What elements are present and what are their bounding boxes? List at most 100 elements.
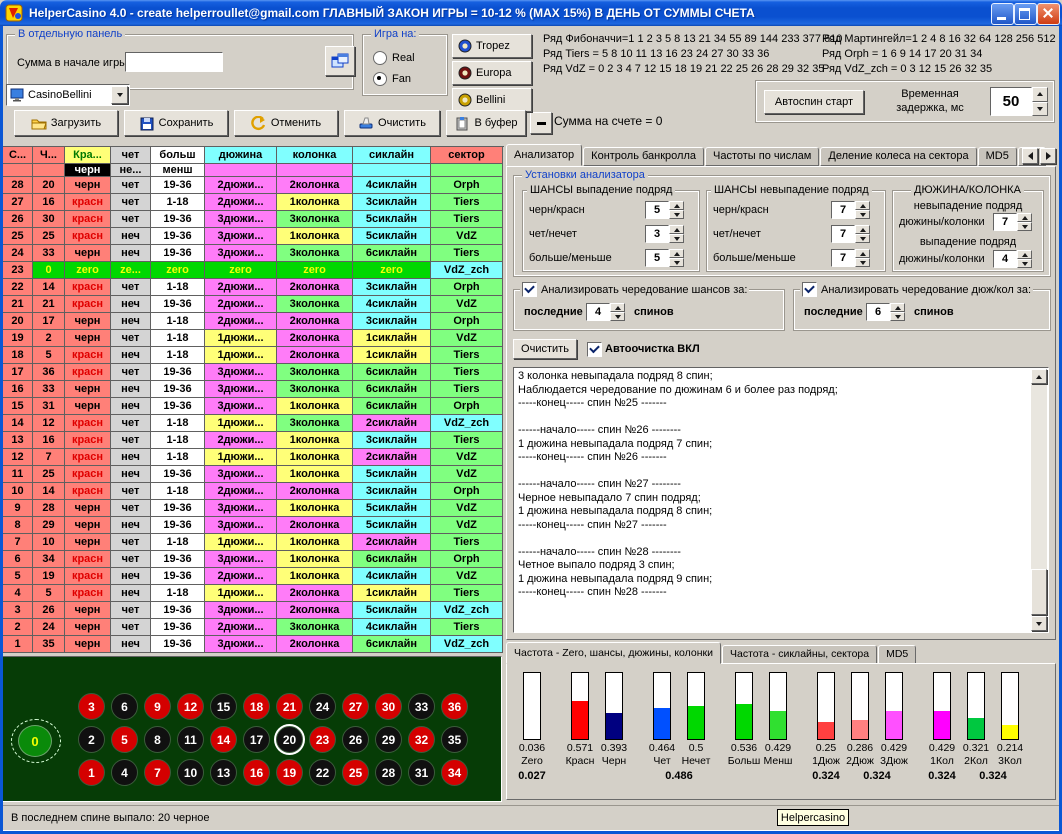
- board-number-18[interactable]: 18: [243, 693, 270, 720]
- game-option-real[interactable]: Real: [373, 51, 415, 65]
- close-button[interactable]: [1037, 3, 1060, 25]
- table-row[interactable]: 326чернчет19-363дюжи...2колонка5сиклайнV…: [3, 602, 504, 619]
- board-number-20[interactable]: 20: [276, 726, 303, 753]
- tab-частоты-по-числам[interactable]: Частоты по числам: [705, 147, 819, 166]
- board-number-0[interactable]: 0: [18, 725, 52, 757]
- table-row[interactable]: 2121красннеч19-362дюжи...3колонка4сиклай…: [3, 296, 504, 313]
- table-row[interactable]: 2716краснчет1-182дюжи...1колонка3сиклайн…: [3, 194, 504, 211]
- clear-log-button[interactable]: Очистить: [513, 339, 577, 359]
- table-row[interactable]: 224чернчет19-362дюжи...3колонка4сиклайнT…: [3, 619, 504, 636]
- board-number-3[interactable]: 3: [78, 693, 105, 720]
- board-number-23[interactable]: 23: [309, 726, 336, 753]
- board-number-16[interactable]: 16: [243, 759, 270, 786]
- board-number-33[interactable]: 33: [408, 693, 435, 720]
- board-number-19[interactable]: 19: [276, 759, 303, 786]
- scroll-thumb[interactable]: [1031, 569, 1047, 615]
- column-header[interactable]: сектор: [431, 147, 503, 164]
- freq-tab[interactable]: Частота - Zero, шансы, дюжины, колонки: [506, 642, 721, 664]
- table-row[interactable]: 127красннеч1-181дюжи...1колонка2сиклайнV…: [3, 449, 504, 466]
- collapse-button[interactable]: [530, 112, 552, 134]
- board-number-8[interactable]: 8: [144, 726, 171, 753]
- casino-button-bellini[interactable]: Bellini: [452, 88, 532, 112]
- dozen-miss-spinner[interactable]: 7: [993, 213, 1032, 231]
- table-row[interactable]: 1014краснчет1-182дюжи...2колонка3сиклайн…: [3, 483, 504, 500]
- delay-spinner[interactable]: 50: [990, 87, 1048, 116]
- detach-panel-button[interactable]: [325, 46, 355, 76]
- board-number-35[interactable]: 35: [441, 726, 468, 753]
- tab-анализатор[interactable]: Анализатор: [506, 144, 582, 166]
- column-header[interactable]: больш: [151, 147, 205, 164]
- board-number-28[interactable]: 28: [375, 759, 402, 786]
- table-row[interactable]: 2630краснчет19-363дюжи...3колонка5сиклай…: [3, 211, 504, 228]
- casino-select-arrow[interactable]: [111, 86, 128, 104]
- table-row[interactable]: 1316краснчет1-182дюжи...1колонка3сиклайн…: [3, 432, 504, 449]
- even-odd-miss-spinner[interactable]: 7: [831, 225, 870, 243]
- board-number-6[interactable]: 6: [111, 693, 138, 720]
- alt-chances-spinner[interactable]: 4: [586, 303, 625, 321]
- title-bar[interactable]: HelperCasino 4.0 - create helperroullet@…: [0, 0, 1062, 26]
- table-row[interactable]: 1412краснчет1-181дюжи...3колонка2сиклайн…: [3, 415, 504, 432]
- scroll-down-button[interactable]: [1031, 616, 1047, 631]
- board-number-15[interactable]: 15: [210, 693, 237, 720]
- column-header[interactable]: колонка: [277, 147, 353, 164]
- board-number-11[interactable]: 11: [177, 726, 204, 753]
- board-number-17[interactable]: 17: [243, 726, 270, 753]
- table-row[interactable]: 2017черннеч1-182дюжи...2колонка3сиклайнO…: [3, 313, 504, 330]
- freq-tab[interactable]: Частота - сиклайны, сектора: [722, 645, 877, 664]
- radio-fan[interactable]: [373, 72, 387, 86]
- table-row[interactable]: 192чернчет1-181дюжи...2колонка1сиклайнVd…: [3, 330, 504, 347]
- table-row[interactable]: 634краснчет19-363дюжи...1колонка6сиклайн…: [3, 551, 504, 568]
- alt-chances-checkbox[interactable]: [522, 282, 537, 297]
- table-row[interactable]: 928чернчет19-363дюжи...1колонка5сиклайнV…: [3, 500, 504, 517]
- analyzer-log[interactable]: 3 колонка невыпадала подряд 8 спин; Набл…: [513, 367, 1049, 633]
- save-button[interactable]: Сохранить: [124, 110, 228, 136]
- log-scrollbar[interactable]: [1031, 369, 1047, 631]
- column-header[interactable]: Кра...: [65, 147, 111, 164]
- board-number-22[interactable]: 22: [309, 759, 336, 786]
- table-row[interactable]: 45красннеч1-181дюжи...2колонка1сиклайнTi…: [3, 585, 504, 602]
- board-number-13[interactable]: 13: [210, 759, 237, 786]
- table-row[interactable]: 230zeroze...zerozerozerozeroVdZ_zch: [3, 262, 504, 279]
- board-number-10[interactable]: 10: [177, 759, 204, 786]
- board-number-27[interactable]: 27: [342, 693, 369, 720]
- table-row[interactable]: 1633черннеч19-363дюжи...3колонка6сиклайн…: [3, 381, 504, 398]
- scroll-up-button[interactable]: [1031, 369, 1047, 384]
- game-option-fan[interactable]: Fan: [373, 72, 411, 86]
- delay-spin-up[interactable]: [1032, 87, 1048, 102]
- high-low-hit-spinner[interactable]: 5: [645, 249, 684, 267]
- casino-select[interactable]: CasinoBellini: [6, 84, 130, 106]
- tab-деление-колеса-на-сектора[interactable]: Деление колеса на сектора: [820, 147, 976, 166]
- load-button[interactable]: Загрузить: [14, 110, 118, 136]
- board-number-26[interactable]: 26: [342, 726, 369, 753]
- board-number-30[interactable]: 30: [375, 693, 402, 720]
- board-number-14[interactable]: 14: [210, 726, 237, 753]
- board-number-29[interactable]: 29: [375, 726, 402, 753]
- black-red-hit-spinner[interactable]: 5: [645, 201, 684, 219]
- table-row[interactable]: 1125красннеч19-363дюжи...1колонка5сиклай…: [3, 466, 504, 483]
- casino-button-tropez[interactable]: Tropez: [452, 34, 532, 58]
- table-row[interactable]: 1531черннеч19-363дюжи...1колонка6сиклайн…: [3, 398, 504, 415]
- table-row[interactable]: 2433черннеч19-363дюжи...3колонка6сиклайн…: [3, 245, 504, 262]
- tabs-scroll-left-button[interactable]: [1022, 148, 1038, 164]
- table-row[interactable]: 2820чернчет19-362дюжи...2колонка4сиклайн…: [3, 177, 504, 194]
- tab-контроль-банкролла[interactable]: Контроль банкролла: [583, 147, 704, 166]
- table-row[interactable]: 2525красннеч19-363дюжи...1колонка5сиклай…: [3, 228, 504, 245]
- table-row[interactable]: 519красннеч19-362дюжи...1колонка4сиклайн…: [3, 568, 504, 585]
- table-row[interactable]: 185красннеч1-181дюжи...2колонка1сиклайнT…: [3, 347, 504, 364]
- column-header[interactable]: Ч...: [33, 147, 65, 164]
- board-number-34[interactable]: 34: [441, 759, 468, 786]
- board-number-31[interactable]: 31: [408, 759, 435, 786]
- even-odd-hit-spinner[interactable]: 3: [645, 225, 684, 243]
- column-header[interactable]: сиклайн: [353, 147, 431, 164]
- board-number-4[interactable]: 4: [111, 759, 138, 786]
- alt-dozen-spinner[interactable]: 6: [866, 303, 905, 321]
- board-number-2[interactable]: 2: [78, 726, 105, 753]
- column-header[interactable]: чет: [111, 147, 151, 164]
- maximize-button[interactable]: [1014, 3, 1037, 25]
- undo-button[interactable]: Отменить: [234, 110, 338, 136]
- table-row[interactable]: 135черннеч19-363дюжи...2колонка6сиклайнV…: [3, 636, 504, 653]
- table-row[interactable]: 710чернчет1-181дюжи...1колонка2сиклайнTi…: [3, 534, 504, 551]
- casino-button-europa[interactable]: Europa: [452, 61, 532, 85]
- black-red-miss-spinner[interactable]: 7: [831, 201, 870, 219]
- board-number-36[interactable]: 36: [441, 693, 468, 720]
